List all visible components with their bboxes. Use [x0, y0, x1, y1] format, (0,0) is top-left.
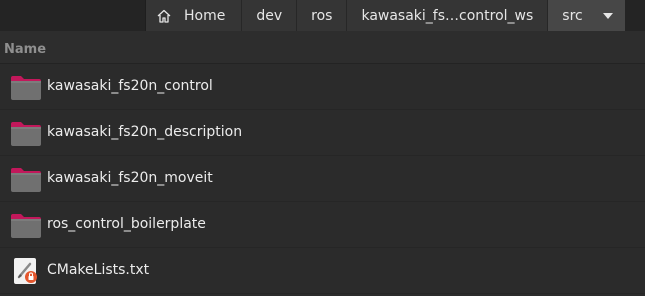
breadcrumb: Home dev ros kawasaki_fs…control_ws src: [145, 0, 625, 31]
folder-icon: [11, 76, 41, 100]
file-name: kawasaki_fs20n_control: [47, 78, 213, 94]
folder-icon: [11, 122, 41, 146]
breadcrumb-label: dev: [256, 7, 283, 24]
home-icon: [157, 9, 171, 23]
column-header-name[interactable]: Name: [4, 42, 46, 57]
breadcrumb-src[interactable]: src: [548, 0, 625, 31]
folder-icon: [11, 168, 41, 192]
breadcrumb-home[interactable]: Home: [146, 0, 243, 31]
folder-icon: [11, 214, 41, 238]
list-item[interactable]: CMakeLists.txt: [0, 248, 645, 294]
chevron-down-icon[interactable]: [602, 12, 613, 19]
file-manager-window: Home dev ros kawasaki_fs…control_ws src …: [0, 0, 645, 296]
column-header: Name: [0, 31, 645, 64]
breadcrumb-label: kawasaki_fs…control_ws: [361, 7, 534, 24]
file-list: kawasaki_fs20n_control kawasaki_fs20n_de…: [0, 64, 645, 294]
breadcrumb-home-label: Home: [184, 7, 226, 24]
breadcrumb-workspace[interactable]: kawasaki_fs…control_ws: [347, 0, 549, 31]
list-item[interactable]: ros_control_boilerplate: [0, 202, 645, 248]
breadcrumb-label: ros: [311, 7, 333, 24]
list-item[interactable]: kawasaki_fs20n_control: [0, 64, 645, 110]
header-bar: Home dev ros kawasaki_fs…control_ws src: [0, 0, 645, 31]
file-name: ros_control_boilerplate: [47, 216, 206, 232]
breadcrumb-current-label: src: [562, 7, 583, 24]
breadcrumb-ros[interactable]: ros: [297, 0, 348, 31]
list-item[interactable]: kawasaki_fs20n_moveit: [0, 156, 645, 202]
breadcrumb-dev[interactable]: dev: [242, 0, 298, 31]
file-name: kawasaki_fs20n_description: [47, 124, 243, 140]
file-name: kawasaki_fs20n_moveit: [47, 170, 213, 186]
text-file-icon: [14, 258, 37, 284]
list-item[interactable]: kawasaki_fs20n_description: [0, 110, 645, 156]
file-name: CMakeLists.txt: [47, 262, 150, 278]
